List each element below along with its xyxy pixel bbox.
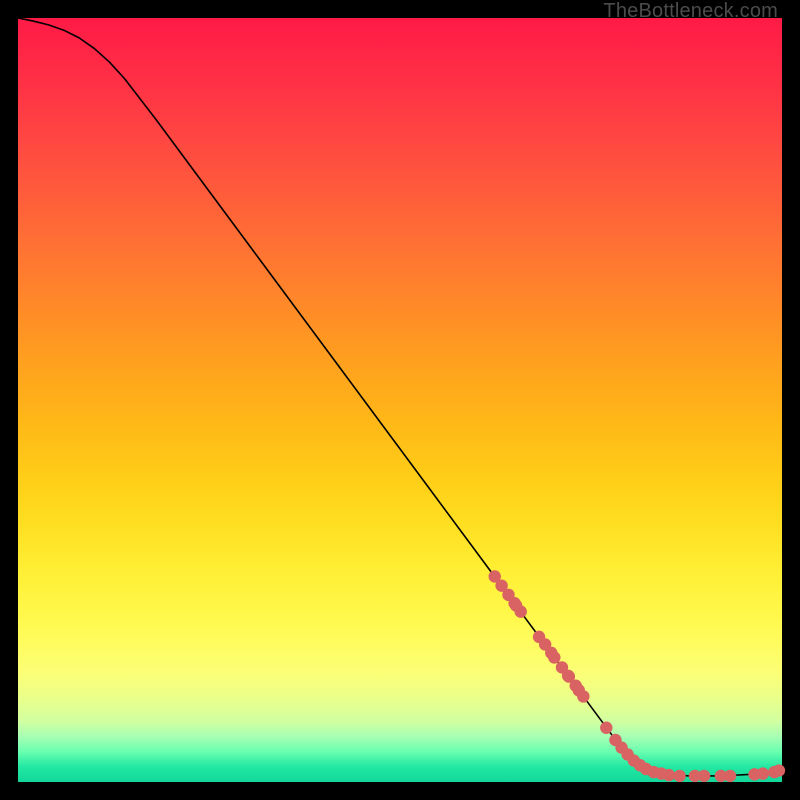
data-point xyxy=(724,770,736,782)
dots-layer xyxy=(18,18,782,782)
chart-container: TheBottleneck.com xyxy=(0,0,800,800)
data-point xyxy=(698,770,710,782)
data-point xyxy=(577,690,589,702)
data-point xyxy=(548,651,560,663)
plot-area xyxy=(18,18,782,782)
data-point xyxy=(663,769,675,781)
data-point xyxy=(673,770,685,782)
data-point xyxy=(773,764,785,776)
data-point xyxy=(757,767,769,779)
data-point xyxy=(600,722,612,734)
data-point xyxy=(515,605,527,617)
